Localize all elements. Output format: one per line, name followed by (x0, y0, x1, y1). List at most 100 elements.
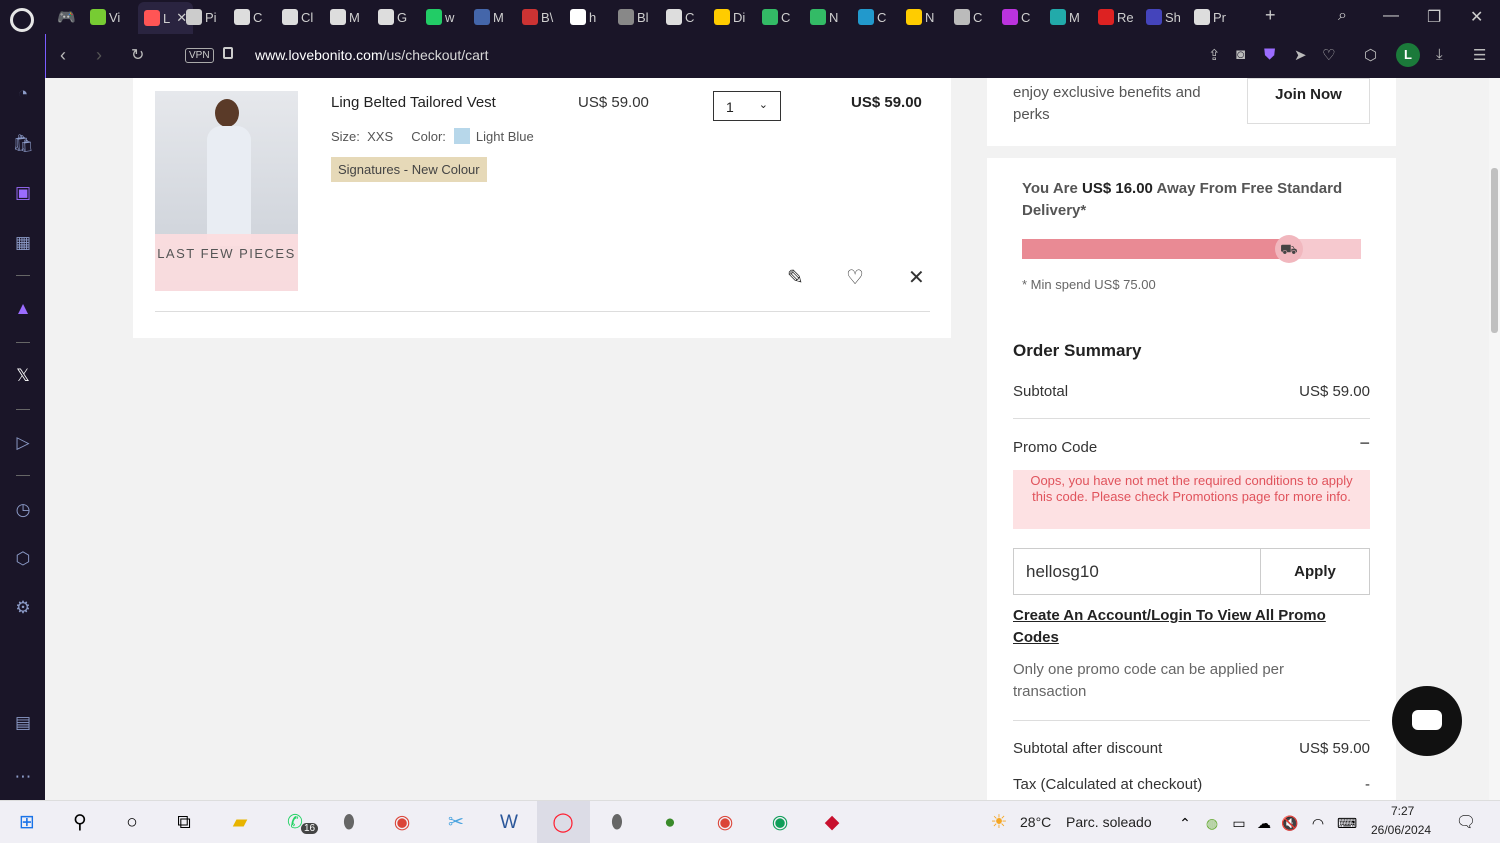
share-icon[interactable]: ⇪ (1208, 46, 1221, 64)
task-view-icon[interactable]: ⧉ (172, 811, 196, 835)
cube-icon[interactable]: ⬡ (12, 548, 34, 570)
clock-time[interactable]: 7:27 (1391, 804, 1414, 818)
chevron-up-icon[interactable]: ⌃ (1173, 811, 1197, 835)
camera-icon[interactable]: ◙ (1236, 46, 1245, 63)
forward-button[interactable]: › (96, 45, 102, 66)
settings-gear-icon[interactable]: ⚙ (12, 597, 34, 619)
history-icon[interactable]: ◷ (12, 499, 34, 521)
browser-tab[interactable]: Re (1098, 5, 1134, 29)
browser-tab[interactable]: M (1050, 5, 1080, 29)
product-name[interactable]: Ling Belted Tailored Vest (331, 94, 496, 111)
cortana-icon[interactable]: ○ (120, 811, 144, 835)
browser-tab[interactable]: N (906, 5, 934, 29)
browser-tab[interactable]: C (1002, 5, 1030, 29)
apply-promo-button[interactable]: Apply (1260, 548, 1370, 595)
cpu-icon[interactable]: ▦ (12, 232, 34, 254)
wishlist-heart-icon[interactable]: ♡ (846, 265, 864, 290)
search-tabs-icon[interactable]: ⌕ (1338, 7, 1347, 25)
browser-tab[interactable]: M (474, 5, 504, 29)
shopping-bag-icon[interactable]: 🛍 (12, 133, 34, 155)
browser-tab[interactable]: N (810, 5, 838, 29)
mouse-app-icon[interactable]: ⬮ (337, 811, 361, 835)
globe-app-icon[interactable]: ● (658, 811, 682, 835)
browser-tab[interactable]: M (330, 5, 360, 29)
join-now-button[interactable]: Join Now (1247, 78, 1370, 124)
reload-icon[interactable]: ↻ (131, 45, 144, 65)
wifi-icon[interactable]: ◠ (1306, 811, 1330, 835)
more-icon[interactable]: ⋯ (12, 766, 34, 788)
x-twitter-icon[interactable]: 𝕏 (12, 365, 34, 387)
twitch-icon[interactable]: ▣ (12, 182, 34, 204)
scrollbar-thumb[interactable] (1491, 168, 1498, 333)
gallery-icon[interactable]: ▤ (12, 712, 34, 734)
shield-icon[interactable]: ⛊ (1264, 46, 1275, 63)
browser-tab[interactable]: L ✕ (138, 2, 194, 34)
search-icon[interactable]: ⚲ (68, 811, 92, 835)
player-icon[interactable]: ▷ (12, 432, 34, 454)
chrome-profile-icon[interactable]: ◉ (713, 811, 737, 835)
browser-tab[interactable]: G (378, 5, 407, 29)
edit-pencil-icon[interactable]: ✎ (787, 265, 804, 290)
browser-tab[interactable]: Bl (618, 5, 649, 29)
browser-tab[interactable]: C (858, 5, 886, 29)
opera-icon[interactable]: ◯ (551, 811, 575, 835)
browser-tab[interactable]: Pr (1194, 5, 1226, 29)
aria-icon[interactable]: ▲ (12, 298, 34, 320)
product-image[interactable]: LAST FEW PIECES (155, 91, 298, 291)
url-field[interactable]: www.lovebonito.com/us/checkout/cart (255, 47, 488, 63)
browser-tab[interactable]: Vi (90, 5, 120, 29)
temperature[interactable]: 28°C (1020, 814, 1051, 830)
weather-icon[interactable]: ☀ (987, 811, 1011, 835)
download-icon[interactable]: ⤓ (1436, 46, 1443, 63)
clock-date[interactable]: 26/06/2024 (1371, 823, 1431, 837)
browser-tab[interactable]: Cl (282, 5, 313, 29)
close-window-button[interactable]: ✕ (1470, 7, 1483, 27)
profile-avatar[interactable]: L (1396, 43, 1420, 67)
back-button[interactable]: ‹ (60, 45, 66, 66)
gamepad-icon[interactable]: 🎮 (57, 5, 76, 29)
promo-code-row[interactable]: Promo Code − (1013, 433, 1370, 456)
mute-icon[interactable]: 🔇 (1278, 811, 1302, 835)
mouse-app-icon[interactable]: ⬮ (605, 811, 629, 835)
browser-tab[interactable]: w (426, 5, 454, 29)
page-scrollbar[interactable] (1489, 78, 1500, 800)
word-icon[interactable]: W (497, 811, 521, 835)
red-app-icon[interactable]: ◆ (820, 811, 844, 835)
lock-icon[interactable] (223, 47, 233, 59)
menu-icon[interactable]: ☰ (1473, 46, 1486, 64)
box-icon[interactable]: ⬡ (1364, 46, 1377, 64)
browser-tab[interactable]: Pi (186, 5, 217, 29)
minimize-button[interactable]: — (1383, 7, 1399, 25)
file-explorer-icon[interactable]: ▰ (228, 811, 252, 835)
browser-tab[interactable]: Sh (1146, 5, 1181, 29)
browser-tab[interactable]: C (762, 5, 790, 29)
browser-tab[interactable]: h (570, 5, 596, 29)
browser-tab[interactable]: C (954, 5, 982, 29)
cloud-icon[interactable]: ☁ (1252, 811, 1276, 835)
promo-code-input[interactable]: hellosg10 (1013, 548, 1261, 595)
new-tab-button[interactable]: + (1265, 5, 1276, 26)
heart-icon[interactable]: ♡ (1322, 46, 1335, 64)
remove-item-icon[interactable]: ✕ (908, 265, 925, 290)
windows-start-icon[interactable]: ⊞ (15, 811, 39, 835)
collapse-promo-button[interactable]: − (1359, 433, 1370, 454)
send-icon[interactable]: ➤ (1294, 46, 1307, 64)
meet-icon[interactable]: ▭ (1227, 811, 1251, 835)
opera-logo-icon[interactable] (10, 8, 34, 32)
chrome-icon[interactable]: ◉ (390, 811, 414, 835)
chrome-profile-icon[interactable]: ◉ (768, 811, 792, 835)
tray-app-icon[interactable]: ◍ (1200, 811, 1224, 835)
notifications-icon[interactable]: 🗨 (1454, 811, 1478, 835)
speed-dial-icon[interactable]: ◔ (12, 83, 34, 105)
keyboard-icon[interactable]: ⌨ (1335, 811, 1359, 835)
snipping-tool-icon[interactable]: ✂ (444, 811, 468, 835)
vpn-badge[interactable]: VPN (185, 48, 214, 63)
browser-tab[interactable]: Di (714, 5, 745, 29)
weather-status[interactable]: Parc. soleado (1066, 814, 1152, 830)
browser-tab[interactable]: C (666, 5, 694, 29)
login-promo-link[interactable]: Create An Account/Login To View All Prom… (1013, 605, 1370, 649)
browser-tab[interactable]: B\ (522, 5, 553, 29)
quantity-select[interactable]: 1 ⌄ (713, 91, 781, 121)
chat-button[interactable] (1392, 686, 1462, 756)
browser-tab[interactable]: C (234, 5, 262, 29)
